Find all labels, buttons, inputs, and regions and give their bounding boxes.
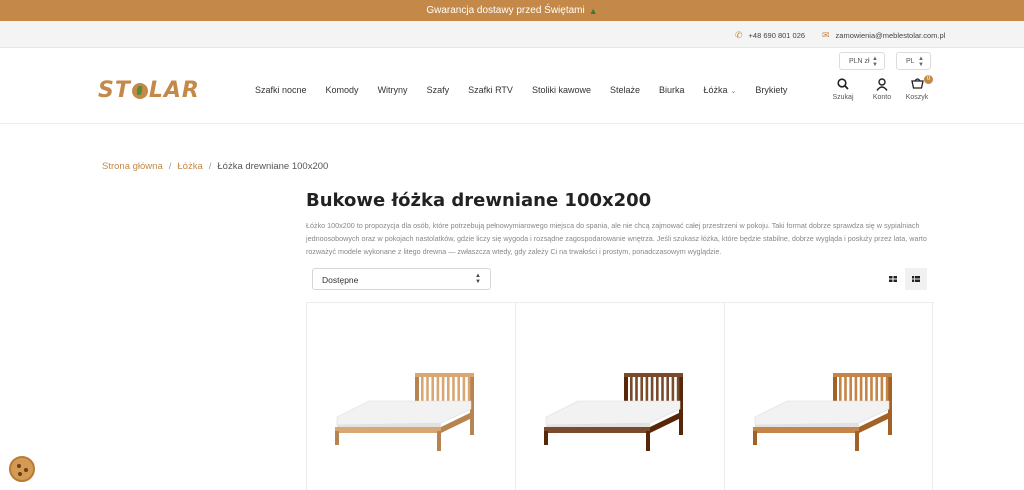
contact-bar: ✆ +48 690 801 026 ✉ zamowienia@meblestol… — [0, 21, 1024, 48]
logo-text-start: ST — [98, 78, 131, 103]
language-select[interactable]: PL ▲ ▼ — [896, 52, 931, 70]
main-nav: Szafki nocne Komody Witryny Szafy Szafki… — [255, 85, 806, 95]
select-arrows-icon: ▲ ▼ — [872, 56, 878, 68]
cart-button[interactable]: 0 Koszyk — [905, 75, 933, 101]
search-button[interactable]: Szukaj — [831, 78, 855, 101]
nav-item-lozka-label: Łóżka — [703, 85, 728, 95]
nav-item-szafy[interactable]: Szafy — [427, 85, 450, 95]
grid-view-button[interactable] — [882, 268, 904, 290]
product-card[interactable] — [515, 303, 724, 490]
cookie-settings-button[interactable] — [9, 456, 35, 482]
nav-item-szafki-nocne[interactable]: Szafki nocne — [255, 85, 307, 95]
category-description: Łóżko 100x200 to propozycja dla osób, kt… — [306, 221, 927, 256]
nav-item-lozka[interactable]: Łóżka ⌄ — [704, 85, 737, 95]
product-card[interactable] — [306, 303, 515, 490]
mail-icon: ✉ — [822, 30, 830, 40]
product-card[interactable] — [724, 303, 933, 490]
breadcrumb: Strona główna / Łóżka / Łóżka drewniane 100x… — [102, 161, 328, 172]
nav-item-szafki-rtv[interactable]: Szafki RTV — [468, 85, 513, 95]
breadcrumb-home[interactable]: Strona główna — [102, 161, 163, 172]
account-label: Konto — [872, 94, 892, 101]
select-arrows-icon: ▲ ▼ — [918, 56, 924, 68]
product-image — [753, 373, 892, 451]
availability-filter[interactable]: Dostępne ▲ ▼ — [312, 268, 491, 290]
promo-bar: Gwarancja dostawy przed Świętami ▲ — [0, 0, 1024, 21]
leaf-icon — [131, 83, 148, 99]
phone-link[interactable]: ✆ +48 690 801 026 — [735, 30, 805, 41]
nav-item-biurka[interactable]: Biurka — [659, 85, 685, 95]
page-title: Bukowe łóżka drewniane 100x200 — [306, 190, 652, 211]
cart-count-badge: 0 — [924, 75, 933, 84]
cookie-chip — [17, 464, 21, 468]
list-view-button[interactable] — [905, 268, 927, 290]
chevron-down-icon: ⌄ — [730, 88, 737, 95]
tree-icon: ▲ — [588, 5, 598, 16]
language-value: PL — [906, 57, 915, 65]
search-icon — [831, 78, 855, 94]
phone-number: +48 690 801 026 — [748, 31, 806, 40]
cart-icon: 0 — [905, 75, 933, 94]
grid-icon — [889, 276, 897, 282]
cookie-chip — [24, 468, 28, 472]
email-link[interactable]: ✉ zamowienia@meblestolar.com.pl — [822, 30, 945, 41]
breadcrumb-category[interactable]: Łóżka — [177, 161, 202, 172]
product-image — [335, 373, 474, 451]
user-icon — [871, 78, 893, 94]
nav-item-stoliki-kawowe[interactable]: Stoliki kawowe — [532, 85, 591, 95]
site-header: ST LAR PLN zł ▲ ▼ PL ▲ ▼ Szafki nocne Komod… — [0, 48, 1024, 124]
cart-label: Koszyk — [905, 94, 929, 101]
site-logo[interactable]: ST LAR — [98, 78, 200, 103]
logo-text-end: LAR — [148, 78, 200, 103]
nav-item-stelaze[interactable]: Stelaże — [610, 85, 640, 95]
promo-text: Gwarancja dostawy przed Świętami — [426, 5, 585, 16]
nav-item-witryny[interactable]: Witryny — [378, 85, 408, 95]
account-button[interactable]: Konto — [871, 78, 893, 101]
list-icon — [912, 276, 920, 282]
nav-item-brykiety[interactable]: Brykiety — [755, 85, 787, 95]
product-image — [544, 373, 683, 451]
email-address: zamowienia@meblestolar.com.pl — [835, 31, 946, 40]
select-arrows-icon: ▲ ▼ — [475, 273, 481, 285]
search-label: Szukaj — [832, 94, 854, 101]
breadcrumb-separator: / — [208, 161, 212, 172]
nav-item-komody[interactable]: Komody — [326, 85, 359, 95]
currency-value: PLN zł — [849, 57, 870, 65]
currency-select[interactable]: PLN zł ▲ ▼ — [839, 52, 885, 70]
phone-icon: ✆ — [735, 30, 743, 40]
breadcrumb-current: Łóżka drewniane 100x200 — [217, 161, 329, 172]
breadcrumb-separator: / — [168, 161, 172, 172]
cookie-chip — [18, 472, 22, 476]
product-grid — [306, 302, 934, 490]
availability-filter-value: Dostępne — [322, 275, 359, 285]
